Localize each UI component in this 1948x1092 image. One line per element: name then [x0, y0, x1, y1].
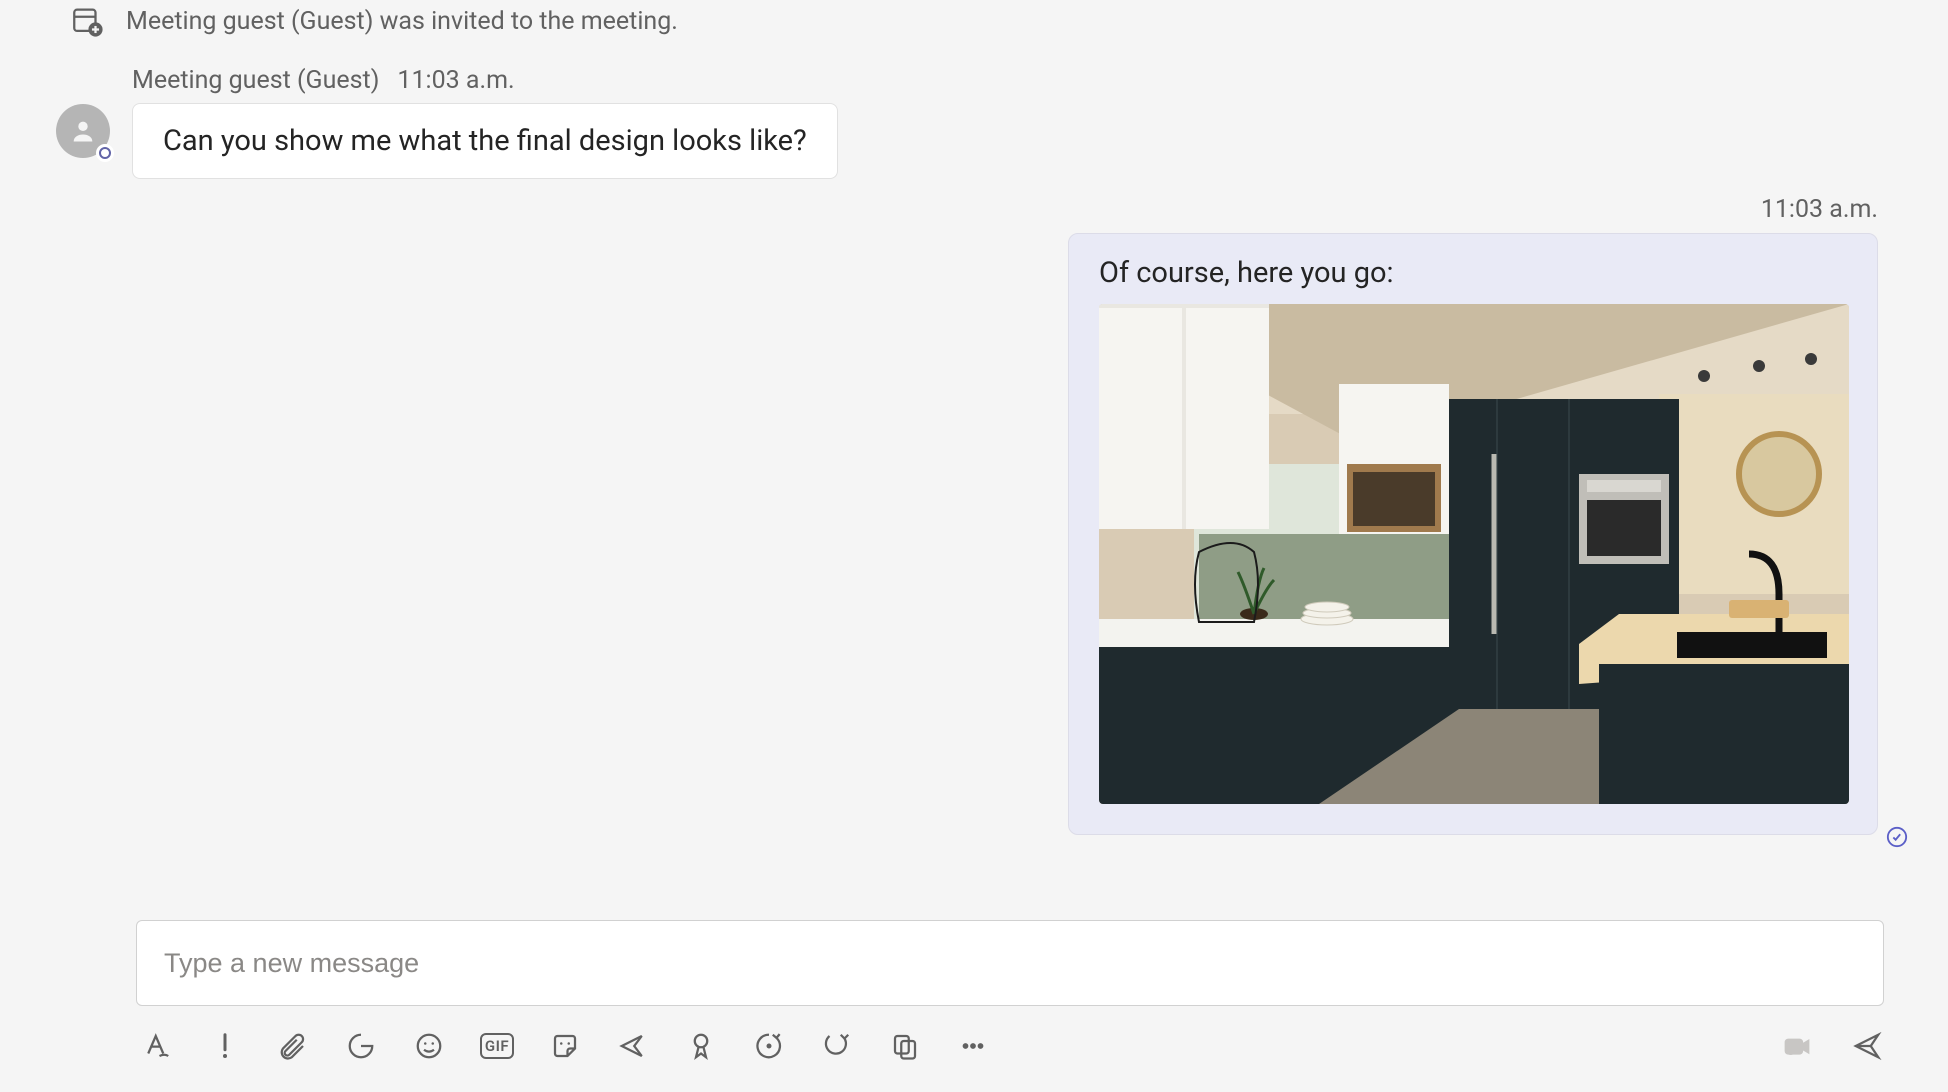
viva-icon[interactable] — [752, 1029, 786, 1063]
person-icon — [69, 117, 97, 145]
message-header: Meeting guest (Guest) 11:03 a.m. — [132, 66, 838, 95]
image-attachment[interactable] — [1099, 304, 1849, 804]
sender-name: Meeting guest (Guest) — [132, 66, 379, 95]
my-message-timestamp: 11:03 a.m. — [1761, 195, 1878, 224]
loop-icon[interactable] — [344, 1029, 378, 1063]
guest-message-bubble[interactable]: Can you show me what the final design lo… — [132, 103, 838, 179]
composer-toolbar: GIF — [140, 1022, 1884, 1070]
updates-icon[interactable] — [820, 1029, 854, 1063]
read-receipt-icon — [1886, 826, 1908, 852]
message-composer[interactable] — [136, 920, 1884, 1006]
more-icon[interactable] — [956, 1029, 990, 1063]
priority-icon[interactable] — [208, 1029, 242, 1063]
kitchen-image — [1099, 304, 1849, 804]
format-icon[interactable] — [140, 1029, 174, 1063]
emoji-icon[interactable] — [412, 1029, 446, 1063]
system-event-row: Meeting guest (Guest) was invited to the… — [70, 4, 678, 38]
send-icon[interactable] — [1850, 1029, 1884, 1063]
gif-icon[interactable]: GIF — [480, 1029, 514, 1063]
chat-area: Meeting guest (Guest) was invited to the… — [0, 0, 1948, 1092]
message-text: Of course, here you go: — [1099, 256, 1847, 290]
avatar[interactable] — [56, 104, 110, 158]
sticker-icon[interactable] — [548, 1029, 582, 1063]
message-timestamp: 11:03 a.m. — [397, 66, 514, 95]
copy-icon[interactable] — [888, 1029, 922, 1063]
my-message-bubble[interactable]: Of course, here you go: — [1068, 233, 1878, 835]
video-clip-icon[interactable] — [1780, 1029, 1814, 1063]
message-input[interactable] — [162, 947, 1858, 980]
attach-icon[interactable] — [276, 1029, 310, 1063]
message-text: Can you show me what the final design lo… — [163, 124, 807, 158]
actions-icon[interactable] — [616, 1029, 650, 1063]
presence-indicator — [96, 144, 114, 162]
approvals-icon[interactable] — [684, 1029, 718, 1063]
guest-message-row: Meeting guest (Guest) 11:03 a.m. Can you… — [56, 66, 838, 179]
calendar-add-icon — [70, 4, 104, 38]
system-event-text: Meeting guest (Guest) was invited to the… — [126, 7, 678, 36]
